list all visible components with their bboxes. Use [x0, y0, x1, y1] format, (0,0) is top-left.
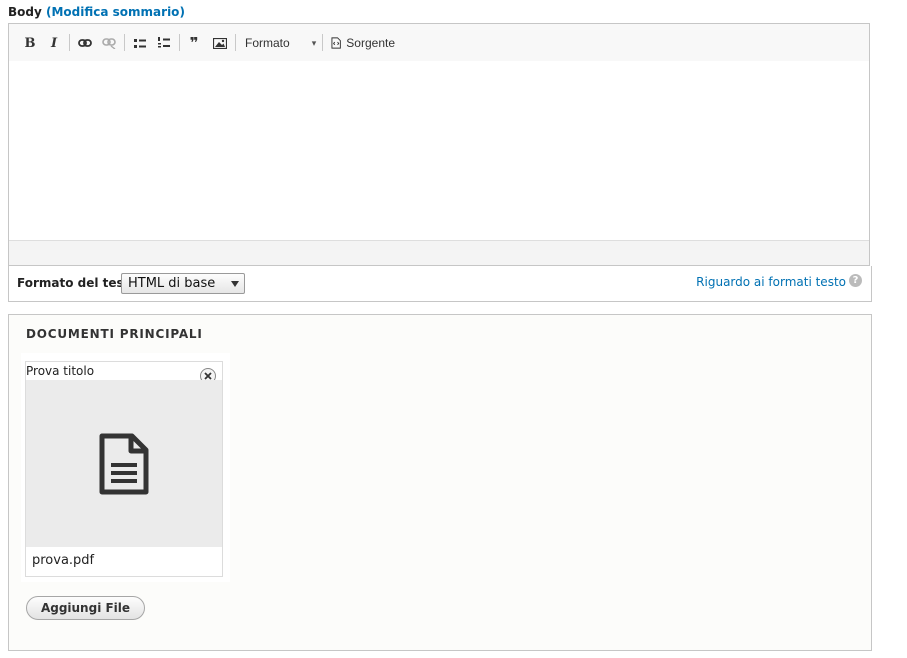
text-format-select[interactable]: HTML di base [121, 273, 245, 294]
select-arrow-icon [231, 281, 239, 287]
chevron-down-icon: ▾ [311, 37, 317, 48]
blockquote-button[interactable]: ❞ [185, 33, 203, 53]
main-documents-fieldset: DOCUMENTI PRINCIPALI Prova titolo prova.… [8, 314, 872, 651]
text-format-row: Formato del testo HTML di base Riguardo … [8, 266, 872, 302]
unlink-button[interactable] [100, 33, 118, 53]
toolbar-separator [124, 34, 125, 51]
file-name: prova.pdf [32, 553, 95, 568]
toolbar-separator [235, 34, 236, 51]
body-field-label: Body (Modifica sommario) [8, 5, 185, 19]
file-preview [26, 380, 222, 547]
paren-close: ) [179, 5, 185, 19]
source-button-label: Sorgente [346, 36, 395, 50]
editor-toolbar: B I ❞ Formato ▾ Sorgente [9, 24, 869, 62]
format-dropdown-label: Formato [245, 36, 290, 50]
link-button[interactable] [76, 33, 94, 53]
close-icon [204, 372, 212, 380]
italic-button[interactable]: I [47, 33, 61, 53]
toolbar-separator [322, 34, 323, 51]
add-file-button[interactable]: Aggiungi File [26, 596, 145, 620]
unlink-icon [102, 38, 116, 49]
toolbar-separator [69, 34, 70, 51]
file-card-title: Prova titolo [26, 364, 95, 378]
body-label-text: Body [8, 5, 42, 19]
format-dropdown[interactable]: Formato ▾ [245, 33, 321, 53]
text-format-label: Formato del testo [17, 276, 138, 290]
bulleted-list-button[interactable] [131, 33, 149, 53]
edit-summary-link[interactable]: Modifica sommario [51, 5, 179, 19]
text-format-help-link[interactable]: Riguardo ai formati testo [696, 275, 846, 289]
help-icon: ? [849, 274, 862, 287]
numbered-list-icon [158, 37, 170, 48]
bold-button[interactable]: B [23, 33, 37, 53]
text-format-selected: HTML di base [128, 276, 216, 291]
document-icon [99, 433, 149, 494]
source-button[interactable]: Sorgente [331, 33, 395, 53]
toolbar-separator [179, 34, 180, 51]
editor-content-area[interactable] [9, 61, 869, 242]
rich-text-editor: B I ❞ Formato ▾ Sorgente [8, 23, 870, 266]
fieldset-legend: DOCUMENTI PRINCIPALI [26, 327, 203, 341]
image-button[interactable] [211, 33, 229, 53]
image-icon [213, 37, 227, 49]
source-icon [331, 37, 341, 49]
link-icon [78, 39, 92, 47]
bulleted-list-icon [134, 38, 146, 48]
file-card: Prova titolo prova.pdf [25, 361, 223, 577]
file-card-wrapper: Prova titolo prova.pdf [21, 353, 230, 582]
numbered-list-button[interactable] [155, 33, 173, 53]
editor-status-bar [9, 240, 869, 265]
